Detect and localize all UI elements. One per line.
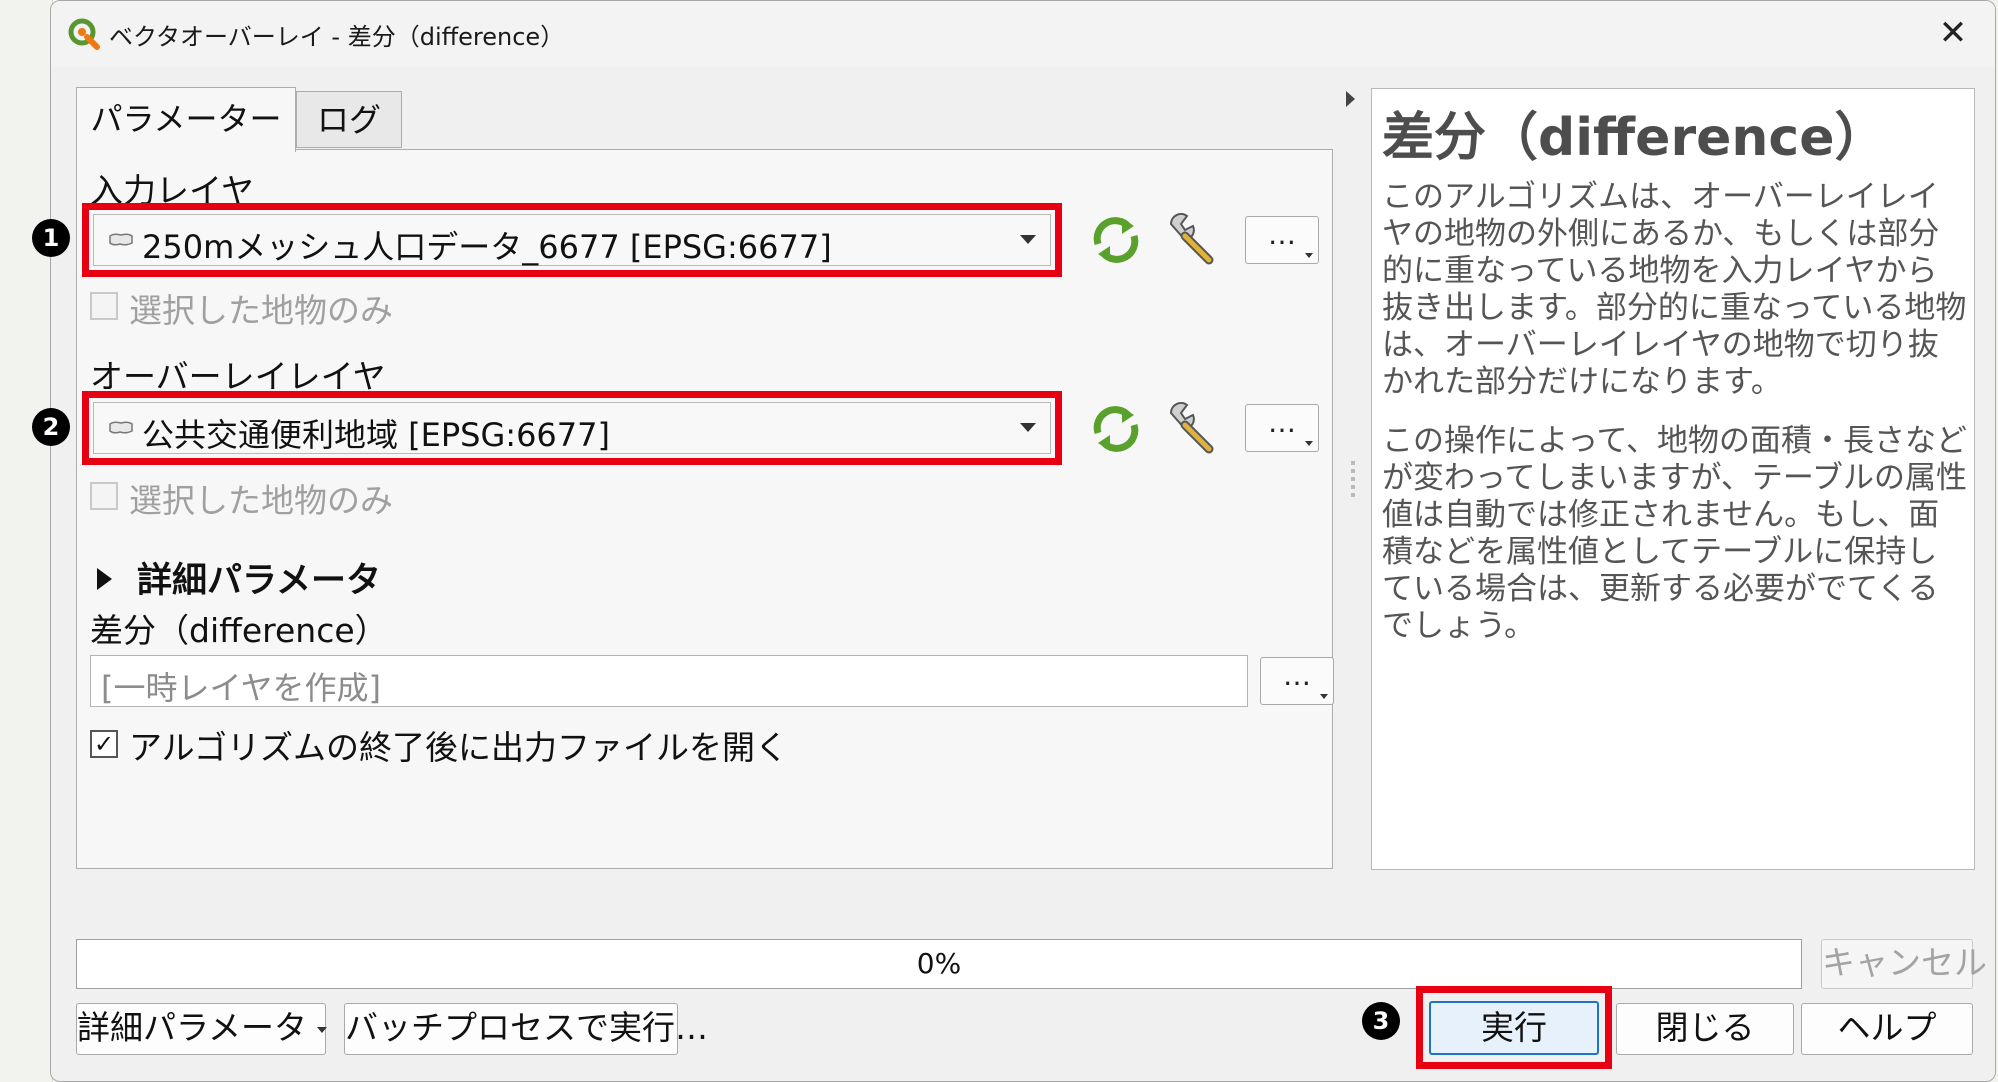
progress-bar: 0% xyxy=(76,939,1802,989)
advanced-parameters-button[interactable]: 詳細パラメータ xyxy=(76,1003,328,1055)
open-output-label: アルゴリズムの終了後に出力ファイルを開く xyxy=(129,728,789,767)
advanced-button-label: 詳細パラメータ xyxy=(77,1008,308,1047)
run-button[interactable]: 実行 xyxy=(1429,1001,1599,1055)
background-map-left xyxy=(0,0,53,1082)
overlay-layer-value: 公共交通便利地域 [EPSG:6677] xyxy=(142,416,610,454)
chevron-down-icon xyxy=(1320,694,1328,699)
overlay-selected-only-label: 選択した地物のみ xyxy=(129,481,393,520)
polygon-layer-icon xyxy=(109,233,133,246)
iterate-icon[interactable] xyxy=(1088,401,1144,457)
output-label: 差分（difference） xyxy=(90,611,388,650)
output-placeholder: [一時レイヤを作成] xyxy=(101,669,382,707)
splitter-handle[interactable] xyxy=(1351,461,1355,501)
input-layer-label: 入力レイヤ xyxy=(90,171,255,210)
wrench-icon[interactable] xyxy=(1163,210,1219,266)
input-selected-only-checkbox[interactable] xyxy=(90,292,118,320)
input-layer-combobox[interactable]: 250mメッシュ人口データ_6677 [EPSG:6677] xyxy=(82,203,1062,277)
output-browse-button[interactable]: … xyxy=(1260,657,1334,705)
advanced-parameters-expander[interactable]: 詳細パラメータ xyxy=(137,552,381,603)
wrench-icon[interactable] xyxy=(1163,399,1219,455)
overlay-layer-browse-button[interactable]: … xyxy=(1245,404,1319,452)
tab-log[interactable]: ログ xyxy=(296,91,402,148)
overlay-layer-label: オーバーレイレイヤ xyxy=(90,357,386,396)
dots-label: … xyxy=(1268,218,1296,251)
annotation-badge-2: 2 xyxy=(32,408,70,446)
input-layer-value: 250mメッシュ人口データ_6677 [EPSG:6677] xyxy=(142,228,832,266)
help-title: 差分（difference） xyxy=(1382,108,1887,168)
collapse-help-arrow-icon[interactable] xyxy=(1346,91,1355,107)
iterate-icon[interactable] xyxy=(1088,212,1144,268)
title-bar: ベクタオーバーレイ - 差分（difference） ✕ xyxy=(51,1,1995,67)
chevron-down-icon xyxy=(1020,423,1036,432)
run-as-batch-button[interactable]: バッチプロセスで実行… xyxy=(344,1003,708,1055)
expand-arrow-icon[interactable] xyxy=(97,568,112,590)
cancel-button[interactable]: キャンセル xyxy=(1821,939,1987,989)
help-panel: 差分（difference） このアルゴリズムは、オーバーレイレイヤの地物の外側… xyxy=(1371,88,1975,870)
dots-label: … xyxy=(1283,659,1311,692)
overlay-selected-only-checkbox[interactable] xyxy=(90,482,118,510)
chevron-down-icon xyxy=(317,1026,328,1033)
input-layer-browse-button[interactable]: … xyxy=(1245,216,1319,264)
input-selected-only-label: 選択した地物のみ xyxy=(129,291,393,330)
annotation-badge-3: 3 xyxy=(1362,1002,1400,1040)
progress-label: 0% xyxy=(916,947,962,980)
qgis-icon xyxy=(68,18,100,50)
overlay-layer-combobox[interactable]: 公共交通便利地域 [EPSG:6677] xyxy=(82,391,1062,465)
open-output-checkbox[interactable]: ✓ xyxy=(90,730,118,758)
help-paragraph-2: この操作によって、地物の面積・長さなどが変わってしまいますが、テーブルの属性値は… xyxy=(1382,423,1967,644)
close-button[interactable]: 閉じる xyxy=(1616,1003,1794,1055)
polygon-layer-icon xyxy=(109,421,133,434)
chevron-down-icon xyxy=(1305,253,1313,258)
chevron-down-icon xyxy=(1305,441,1313,446)
output-destination-field[interactable]: [一時レイヤを作成] xyxy=(90,655,1248,707)
tab-parameters[interactable]: パラメーター xyxy=(76,87,296,152)
annotation-badge-1: 1 xyxy=(32,219,70,257)
processing-dialog: ベクタオーバーレイ - 差分（difference） ✕ パラメーター ログ 入… xyxy=(50,0,1996,1082)
help-button[interactable]: ヘルプ xyxy=(1801,1003,1973,1055)
parameters-panel: 入力レイヤ 250mメッシュ人口データ_6677 [EPSG:6677] … 選… xyxy=(76,149,1334,869)
window-title: ベクタオーバーレイ - 差分（difference） xyxy=(109,23,565,51)
close-window-button[interactable]: ✕ xyxy=(1933,13,1973,53)
help-paragraph-1: このアルゴリズムは、オーバーレイレイヤの地物の外側にあるか、もしくは部分的に重な… xyxy=(1382,179,1967,400)
chevron-down-icon xyxy=(1020,235,1036,244)
dots-label: … xyxy=(1268,406,1296,439)
